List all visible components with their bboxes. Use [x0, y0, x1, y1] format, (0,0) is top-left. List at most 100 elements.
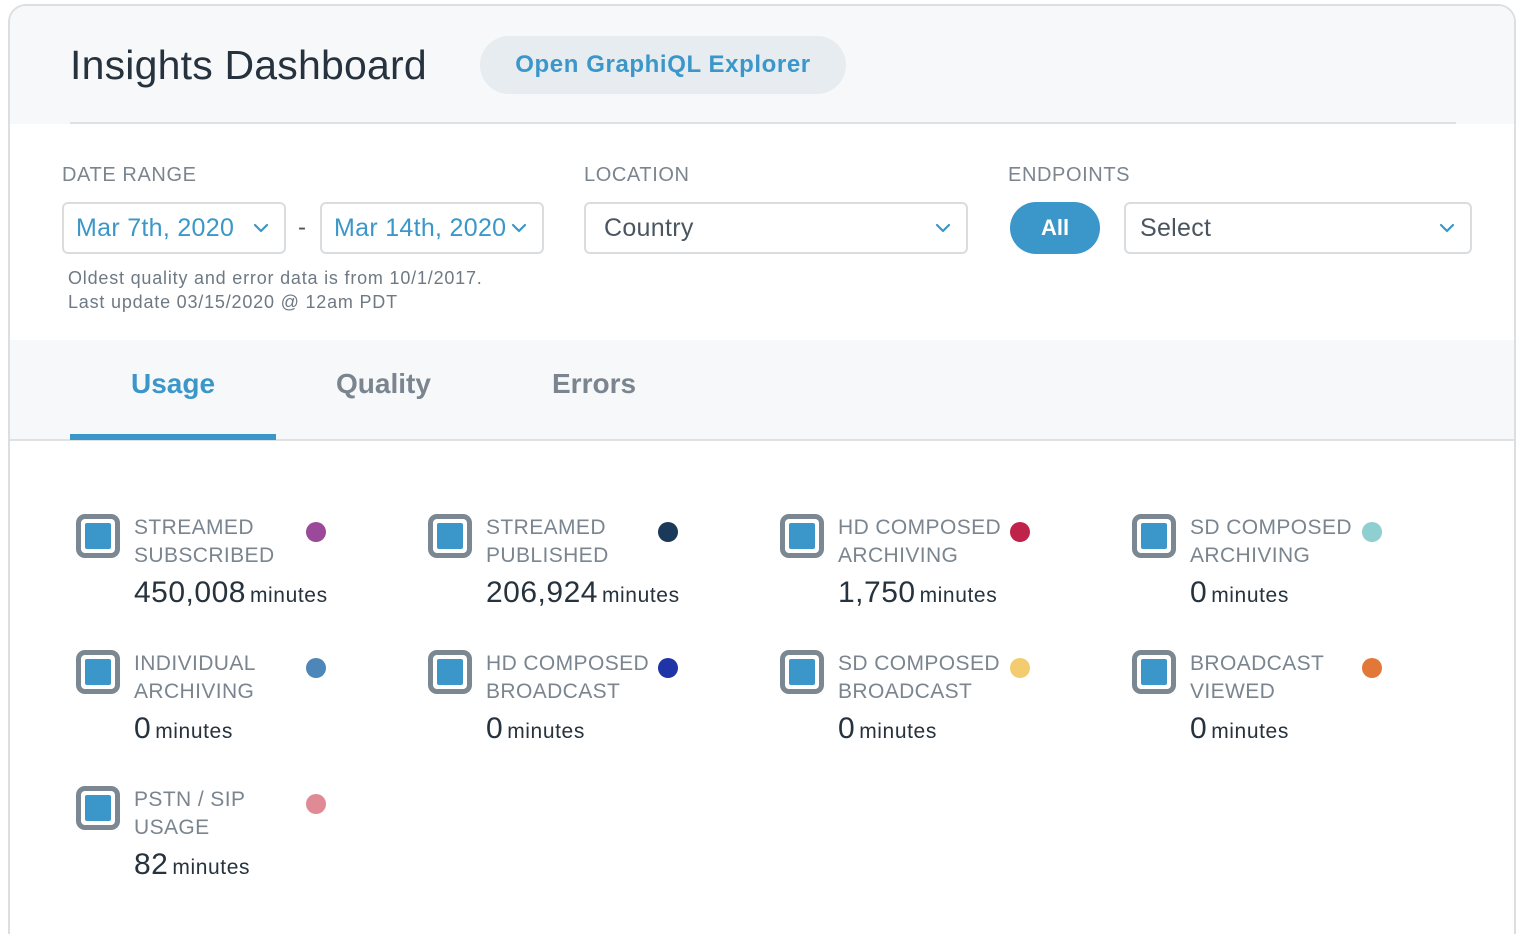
checkbox-checked-fill: [437, 659, 463, 685]
checkbox-checked-fill: [1141, 523, 1167, 549]
dashboard-panel: Insights Dashboard Open GraphiQL Explore…: [8, 4, 1516, 934]
metric-label: PSTN / SIP USAGE: [134, 788, 245, 839]
metric-value: 0 minutes: [486, 712, 585, 746]
checkbox-checked-fill: [437, 523, 463, 549]
metric-card: SD COMPOSED BROADCAST 0 minutes: [780, 650, 1110, 760]
series-color-dot: [658, 522, 678, 542]
series-color-dot: [306, 658, 326, 678]
series-color-dot: [1010, 522, 1030, 542]
metric-number: 0: [838, 712, 856, 745]
metric-checkbox[interactable]: [428, 514, 472, 558]
header-divider: [70, 122, 1456, 124]
metric-card: SD COMPOSED ARCHIVING 0 minutes: [1132, 514, 1462, 624]
start-date-value: Mar 7th, 2020: [76, 214, 235, 242]
series-color-dot: [306, 522, 326, 542]
metric-value: 0 minutes: [134, 712, 233, 746]
metric-checkbox[interactable]: [76, 514, 120, 558]
metric-card: PSTN / SIP USAGE 82 minutes: [76, 786, 406, 896]
chevron-down-icon: [934, 219, 952, 237]
active-tab-indicator: [70, 434, 276, 440]
metric-card: HD COMPOSED ARCHIVING 1,750 minutes: [780, 514, 1110, 624]
metric-value: 1,750 minutes: [838, 576, 997, 610]
metric-unit: minutes: [1211, 584, 1289, 607]
series-color-dot: [1362, 522, 1382, 542]
checkbox-checked-fill: [789, 659, 815, 685]
metric-label: SD COMPOSED ARCHIVING: [1190, 516, 1352, 567]
end-date-select[interactable]: Mar 14th, 2020: [320, 202, 544, 254]
start-date-select[interactable]: Mar 7th, 2020: [62, 202, 286, 254]
metric-number: 1,750: [838, 576, 916, 609]
checkbox-checked-fill: [1141, 659, 1167, 685]
metric-unit: minutes: [859, 720, 937, 743]
series-color-dot: [1010, 658, 1030, 678]
tab-errors[interactable]: Errors: [552, 368, 636, 400]
metric-value: 0 minutes: [1190, 576, 1289, 610]
location-select[interactable]: Country: [584, 202, 968, 254]
metric-checkbox[interactable]: [428, 650, 472, 694]
metric-number: 0: [486, 712, 504, 745]
location-value: Country: [604, 214, 694, 242]
metric-value: 206,924 minutes: [486, 576, 680, 610]
metric-value: 82 minutes: [134, 848, 250, 882]
end-date-value: Mar 14th, 2020: [334, 214, 507, 242]
metric-value: 0 minutes: [1190, 712, 1289, 746]
metric-checkbox[interactable]: [1132, 514, 1176, 558]
last-update-note: Last update 03/15/2020 @ 12am PDT: [68, 292, 398, 312]
metric-checkbox[interactable]: [1132, 650, 1176, 694]
metric-value: 450,008 minutes: [134, 576, 328, 610]
metric-unit: minutes: [1211, 720, 1289, 743]
endpoints-label: ENDPOINTS: [1008, 164, 1131, 186]
metric-checkbox[interactable]: [780, 514, 824, 558]
tab-quality[interactable]: Quality: [336, 368, 431, 400]
checkbox-checked-fill: [85, 523, 111, 549]
metric-card: BROADCAST VIEWED 0 minutes: [1132, 650, 1462, 760]
metric-number: 206,924: [486, 576, 598, 609]
metric-checkbox[interactable]: [76, 786, 120, 830]
metric-label: STREAMED PUBLISHED: [486, 516, 609, 567]
metric-card: HD COMPOSED BROADCAST 0 minutes: [428, 650, 758, 760]
metric-checkbox[interactable]: [780, 650, 824, 694]
series-color-dot: [1362, 658, 1382, 678]
tab-usage[interactable]: Usage: [131, 368, 215, 400]
metric-number: 0: [1190, 576, 1208, 609]
checkbox-checked-fill: [789, 523, 815, 549]
checkbox-checked-fill: [85, 659, 111, 685]
metric-value: 0 minutes: [838, 712, 937, 746]
metric-card: STREAMED PUBLISHED 206,924 minutes: [428, 514, 758, 624]
page-title: Insights Dashboard: [70, 42, 427, 88]
chevron-down-icon: [252, 219, 270, 237]
metric-number: 0: [134, 712, 152, 745]
metric-label: HD COMPOSED BROADCAST: [486, 652, 650, 703]
metric-number: 450,008: [134, 576, 246, 609]
metric-checkbox[interactable]: [76, 650, 120, 694]
metric-card: STREAMED SUBSCRIBED 450,008 minutes: [76, 514, 406, 624]
location-label: LOCATION: [584, 164, 690, 186]
all-endpoints-button[interactable]: All: [1010, 202, 1100, 254]
metric-unit: minutes: [507, 720, 585, 743]
chevron-down-icon: [510, 219, 528, 237]
series-color-dot: [306, 794, 326, 814]
endpoints-value: Select: [1140, 214, 1212, 242]
metric-unit: minutes: [249, 584, 328, 607]
metric-label: BROADCAST VIEWED: [1190, 652, 1324, 703]
endpoints-select[interactable]: Select: [1124, 202, 1472, 254]
metric-label: INDIVIDUAL ARCHIVING: [134, 652, 256, 703]
data-age-note: Oldest quality and error data is from 10…: [68, 268, 483, 288]
metric-unit: minutes: [155, 720, 233, 743]
chevron-down-icon: [1438, 219, 1456, 237]
metric-label: HD COMPOSED ARCHIVING: [838, 516, 1002, 567]
metric-unit: minutes: [601, 584, 680, 607]
metric-number: 82: [134, 848, 169, 881]
tabs-band: [10, 340, 1514, 440]
metric-unit: minutes: [172, 856, 251, 879]
date-range-separator: -: [298, 214, 306, 241]
series-color-dot: [658, 658, 678, 678]
checkbox-checked-fill: [85, 795, 111, 821]
metric-label: SD COMPOSED BROADCAST: [838, 652, 1000, 703]
metric-card: INDIVIDUAL ARCHIVING 0 minutes: [76, 650, 406, 760]
metric-number: 0: [1190, 712, 1208, 745]
metric-label: STREAMED SUBSCRIBED: [134, 516, 275, 567]
metric-unit: minutes: [919, 584, 998, 607]
open-graphiql-explorer-button[interactable]: Open GraphiQL Explorer: [480, 36, 846, 94]
date-range-label: DATE RANGE: [62, 164, 197, 186]
